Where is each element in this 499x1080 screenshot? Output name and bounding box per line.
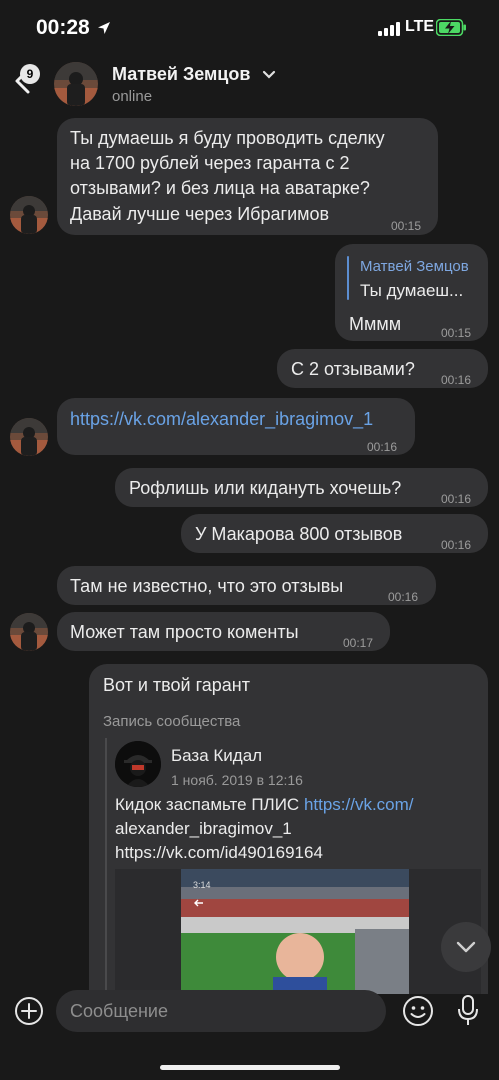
message-bubble[interactable]: https://vk.com/alexander_ibragimov_1 00:… bbox=[57, 398, 415, 455]
message-bubble[interactable]: Ты думаешь я буду проводить сделку на 17… bbox=[57, 118, 438, 235]
message-text: Мммм bbox=[349, 314, 402, 334]
post-text-line: Кидок заспамьте ПЛИС https://vk.com/ bbox=[115, 793, 414, 817]
message-time: 00:16 bbox=[441, 492, 472, 506]
reply-text: Ты думаеш... bbox=[360, 281, 464, 300]
message-input[interactable] bbox=[56, 990, 386, 1032]
sender-avatar[interactable] bbox=[10, 613, 48, 651]
message-text: отзывами? и без лица на аватарке? bbox=[70, 178, 370, 198]
group-avatar[interactable] bbox=[115, 741, 161, 787]
message-time: 00:16 bbox=[441, 373, 472, 387]
message-text: С 2 отзывами? bbox=[291, 359, 415, 379]
sender-avatar[interactable] bbox=[10, 418, 48, 456]
repost-bubble[interactable]: Вот и твой гарант Запись сообщества База… bbox=[89, 664, 488, 994]
message-text: на 1700 рублей через гаранта с 2 bbox=[70, 153, 350, 173]
scroll-down-button[interactable] bbox=[441, 922, 491, 972]
contact-name[interactable]: Матвей Земцов bbox=[112, 64, 250, 85]
message-text: У Макарова 800 отзывов bbox=[195, 524, 403, 544]
message-text: Вот и твой гарант bbox=[103, 675, 250, 695]
contact-status: online bbox=[112, 88, 153, 105]
repost-label: Запись сообщества bbox=[103, 713, 241, 730]
home-indicator bbox=[160, 1065, 340, 1070]
chevron-down-icon bbox=[456, 941, 476, 953]
emoji-icon[interactable] bbox=[402, 995, 434, 1027]
message-text: Там не известно, что это отзывы bbox=[70, 576, 344, 596]
message-bubble[interactable]: Там не известно, что это отзывы 00:16 bbox=[57, 566, 436, 605]
repost-thread-line bbox=[105, 738, 107, 994]
contact-avatar[interactable] bbox=[54, 62, 98, 106]
post-link[interactable]: https://vk.com/ bbox=[304, 795, 414, 814]
message-time: 00:16 bbox=[388, 590, 419, 604]
chevron-down-icon[interactable] bbox=[262, 70, 276, 80]
message-text: Рофлишь или кидануть хочешь? bbox=[129, 478, 402, 498]
group-name[interactable]: База Кидал bbox=[171, 744, 262, 768]
network-type: LTE bbox=[405, 18, 435, 35]
message-time: 00:17 bbox=[343, 636, 374, 650]
signal-icon bbox=[378, 22, 400, 36]
attach-plus-icon[interactable] bbox=[14, 996, 44, 1026]
message-bubble[interactable]: Рофлишь или кидануть хочешь? 00:16 bbox=[115, 468, 488, 507]
reply-author: Матвей Земцов bbox=[360, 258, 469, 275]
message-bubble[interactable]: С 2 отзывами? 00:16 bbox=[277, 349, 488, 388]
message-time: 00:16 bbox=[441, 538, 472, 552]
post-link[interactable]: https://vk.com/id490169164 bbox=[115, 841, 323, 865]
message-bubble[interactable]: Матвей Земцов Ты думаеш... Мммм 00:15 bbox=[335, 244, 488, 341]
microphone-icon[interactable] bbox=[456, 994, 480, 1028]
sender-avatar[interactable] bbox=[10, 196, 48, 234]
post-date: 1 нояб. 2019 в 12:16 bbox=[171, 772, 303, 788]
message-time: 00:15 bbox=[441, 326, 472, 340]
location-arrow-icon bbox=[98, 22, 110, 34]
back-arrow-icon bbox=[194, 899, 203, 907]
message-bubble[interactable]: У Макарова 800 отзывов 00:16 bbox=[181, 514, 488, 553]
reply-bar bbox=[347, 256, 349, 300]
message-text: Ты думаешь я буду проводить сделку bbox=[70, 128, 385, 148]
post-link[interactable]: alexander_ibragimov_1 bbox=[115, 817, 292, 841]
message-bubble[interactable]: Может там просто коменты 00:17 bbox=[57, 612, 390, 651]
media-time: 3:14 bbox=[193, 880, 211, 890]
message-time: 00:15 bbox=[391, 219, 422, 233]
battery-charging-icon bbox=[436, 19, 466, 36]
post-media[interactable]: 3:14 bbox=[115, 869, 481, 994]
status-time: 00:28 bbox=[36, 16, 90, 39]
message-time: 00:16 bbox=[367, 440, 398, 454]
message-link[interactable]: https://vk.com/alexander_ibragimov_1 bbox=[70, 407, 373, 431]
post-text: Кидок заспамьте ПЛИС bbox=[115, 795, 304, 814]
unread-badge: 9 bbox=[20, 64, 40, 84]
message-text: Давай лучше через Ибрагимов bbox=[70, 204, 330, 224]
message-text: Может там просто коменты bbox=[70, 622, 299, 642]
